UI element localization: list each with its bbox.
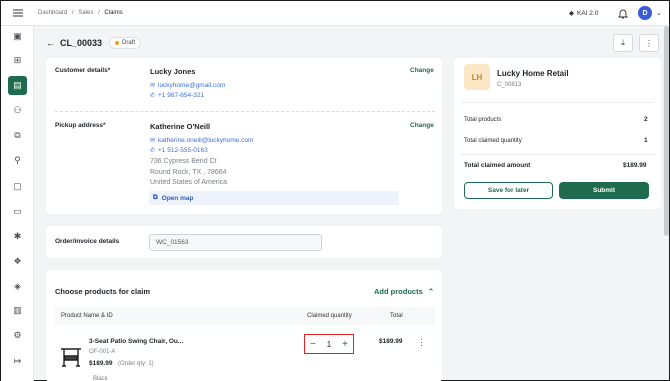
pickup-email: katherine.oneill@luckyhome.com <box>158 137 254 144</box>
status-dot-icon <box>115 41 119 45</box>
open-map-button[interactable]: ⧉ Open map <box>149 191 399 205</box>
sidebar-item-tag-icon[interactable]: ◈ <box>10 279 25 294</box>
store-id: C_00813 <box>497 82 522 88</box>
sidebar-item-chart-icon[interactable]: ▥ <box>10 303 25 318</box>
divider <box>461 102 654 103</box>
order-label: Order/invoice details <box>55 238 120 245</box>
plus-icon[interactable]: + <box>342 339 348 350</box>
product-price: $189.99 <box>89 360 113 367</box>
product-name[interactable]: 3-Seat Patio Swing Chair, Ou... <box>89 338 183 345</box>
pickup-phone-row[interactable]: ✆ +1 512-555-0163 <box>150 147 208 154</box>
product-id: OF-001-A <box>89 349 116 355</box>
more-vertical-icon: ⋮ <box>645 38 653 48</box>
breadcrumb-separator: / <box>72 10 74 16</box>
address-line-2: Round Rock, TX , 78664 <box>150 169 227 176</box>
open-map-label: Open map <box>161 194 194 202</box>
customer-email-row[interactable]: ✉ luckyhome@gmail.com <box>150 82 225 89</box>
save-for-later-button[interactable]: Save for later <box>464 182 553 199</box>
products-title: Choose products for claim <box>55 287 151 296</box>
sidebar-item-bug-icon[interactable]: ✱ <box>10 229 25 244</box>
status-badge: Draft <box>109 37 142 49</box>
download-button[interactable]: ⤓ <box>613 34 633 52</box>
change-customer-link[interactable]: Change <box>410 67 434 74</box>
product-image <box>60 346 82 368</box>
product-variant: Black <box>93 376 108 381</box>
sidebar-item-folder-icon[interactable]: ▭ <box>10 204 25 219</box>
mail-icon: ✉ <box>150 138 156 144</box>
column-header-quantity: Claimed quantity <box>307 313 352 319</box>
column-header-product: Product Name & ID <box>61 313 113 319</box>
store-logo: LH <box>464 64 490 90</box>
add-products-label: Add products <box>374 287 423 296</box>
customer-name: Lucky Jones <box>150 67 196 76</box>
sidebar-item-claims-icon[interactable]: ▤ <box>8 76 27 95</box>
store-name: Lucky Home Retail <box>497 69 569 78</box>
pickup-phone: +1 512-555-0163 <box>158 147 208 154</box>
customer-label: Customer details* <box>55 67 111 74</box>
back-arrow-icon[interactable]: ← <box>46 38 55 48</box>
total-qty-label: Total claimed quantity <box>464 138 522 144</box>
sidebar-item-logout-icon[interactable]: ↦ <box>10 354 25 369</box>
total-qty-value: 1 <box>644 137 648 144</box>
customer-phone: +1 987-654-321 <box>158 92 205 99</box>
sidebar-item-filter-icon[interactable]: ⚲ <box>10 153 25 168</box>
order-invoice-input[interactable]: WC_01563 <box>149 234 322 251</box>
more-options-button[interactable]: ⋮ <box>639 34 659 52</box>
divider <box>55 111 435 112</box>
minus-icon[interactable]: − <box>310 339 316 350</box>
divider <box>461 154 654 155</box>
external-link-icon: ⧉ <box>153 194 158 201</box>
chevron-down-icon[interactable]: ⌄ <box>656 9 662 17</box>
breadcrumb: Dashboard / Sales / Claims <box>38 10 126 16</box>
download-icon: ⤓ <box>621 38 625 47</box>
bell-icon[interactable] <box>617 8 629 19</box>
sidebar-item-stack-icon[interactable]: ❖ <box>10 254 25 269</box>
total-amount-value: $189.99 <box>623 162 647 169</box>
column-header-total: Total <box>390 313 403 319</box>
sidebar-item-settings-icon[interactable]: ⚙ <box>10 328 25 343</box>
scrollbar[interactable] <box>664 26 669 236</box>
pickup-name: Katherine O'Neill <box>150 122 211 131</box>
avatar[interactable]: D <box>638 6 652 20</box>
sidebar-item-box-icon[interactable]: ⧉ <box>10 128 25 143</box>
quantity-stepper: − 1 + <box>304 334 354 354</box>
total-amount-label: Total claimed amount <box>464 162 531 169</box>
chevron-up-icon: ⌃ <box>427 287 435 296</box>
breadcrumb-separator: / <box>98 10 100 16</box>
breadcrumb-dashboard[interactable]: Dashboard <box>38 10 67 16</box>
phone-icon: ✆ <box>150 148 156 154</box>
menu-icon[interactable] <box>13 9 23 17</box>
status-label: Draft <box>122 40 136 46</box>
change-pickup-link[interactable]: Change <box>410 122 434 129</box>
total-products-value: 2 <box>644 116 648 123</box>
pickup-label: Pickup address* <box>55 122 106 129</box>
add-products-link[interactable]: Add products ⌃ <box>374 287 434 296</box>
pickup-email-row[interactable]: ✉ katherine.oneill@luckyhome.com <box>150 137 253 144</box>
page-title: CL_00033 <box>60 38 103 48</box>
sidebar-item-user-icon[interactable]: ⚇ <box>10 103 25 118</box>
address-line-1: 736 Cypress Bend Ct <box>150 158 217 165</box>
breadcrumb-sales[interactable]: Sales <box>78 10 93 16</box>
kai-badge[interactable]: ◆ KAI 2.0 <box>569 9 599 18</box>
sidebar-item-dashboard-icon[interactable]: ▣ <box>10 29 25 44</box>
row-more-icon[interactable]: ⋮ <box>417 337 426 348</box>
sidebar-item-document-icon[interactable]: ▢ <box>10 179 25 194</box>
submit-button[interactable]: Submit <box>559 182 649 199</box>
customer-email: luckyhome@gmail.com <box>158 82 226 89</box>
kai-icon: ◆ <box>569 10 574 17</box>
quantity-value[interactable]: 1 <box>327 340 331 349</box>
order-qty: (Order qty: 1) <box>118 361 154 367</box>
customer-phone-row[interactable]: ✆ +1 987-654-321 <box>150 92 204 99</box>
breadcrumb-current: Claims <box>104 10 123 16</box>
phone-icon: ✆ <box>150 93 156 99</box>
address-line-3: United States of America <box>150 179 228 186</box>
total-products-label: Total products <box>464 117 502 123</box>
kai-label: KAI 2.0 <box>577 9 599 17</box>
row-total: $189.99 <box>379 338 403 345</box>
sidebar-item-grid-icon[interactable]: ⊞ <box>10 53 25 68</box>
mail-icon: ✉ <box>150 83 156 89</box>
